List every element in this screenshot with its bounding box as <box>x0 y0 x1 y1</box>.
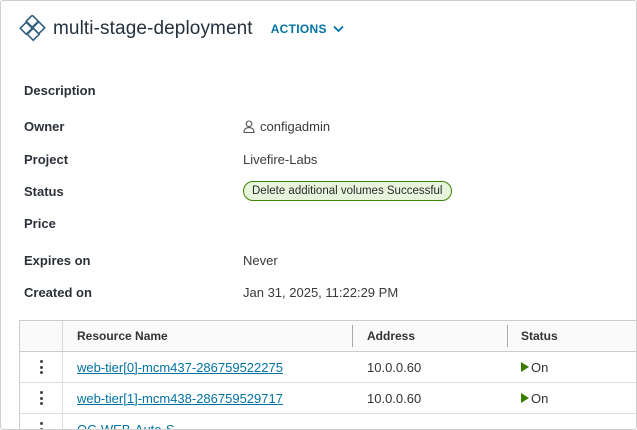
status-label: Status <box>24 183 64 199</box>
column-header-resource-name[interactable]: Resource Name <box>63 321 353 351</box>
page-title: multi-stage-deployment <box>53 18 253 39</box>
status-text: On <box>531 359 549 375</box>
row-actions-cell <box>20 414 63 429</box>
deployment-details-panel: multi-stage-deployment ACTIONS Descripti… <box>0 0 637 430</box>
status-row: Status Delete additional volumes Success… <box>24 181 636 201</box>
expires-on-row: Expires on Never <box>24 250 636 270</box>
price-row: Price <box>24 213 636 233</box>
resource-link[interactable]: web-tier[1]-mcm438-286759529717 <box>77 391 283 406</box>
power-on-icon <box>521 362 529 372</box>
deployment-diamonds-icon <box>19 15 46 42</box>
status-text: On <box>531 390 549 406</box>
kebab-menu-icon[interactable] <box>39 391 43 405</box>
created-on-label: Created on <box>24 284 92 300</box>
created-on-row: Created on Jan 31, 2025, 11:22:29 PM <box>24 282 636 302</box>
column-resize-handle[interactable] <box>507 325 508 347</box>
user-icon <box>243 119 255 133</box>
project-label: Project <box>24 151 69 167</box>
description-label: Description <box>24 82 96 98</box>
project-row: Project Livefire-Labs <box>24 149 636 169</box>
owner-label: Owner <box>24 118 65 134</box>
status-cell <box>508 414 636 429</box>
resource-link[interactable]: OC-WEB-Auto-S <box>77 422 175 430</box>
resource-link[interactable]: web-tier[0]-mcm437-286759522275 <box>77 360 283 375</box>
owner-name: configadmin <box>260 118 331 134</box>
deployment-header: multi-stage-deployment ACTIONS <box>19 15 344 43</box>
table-row: OC-WEB-Auto-S <box>20 414 636 430</box>
actions-column-header <box>20 321 63 351</box>
row-actions-cell <box>20 383 63 413</box>
status-cell: On <box>508 383 636 413</box>
table-header: Resource Name Address Status <box>20 321 636 352</box>
resource-name-cell: web-tier[0]-mcm437-286759522275 <box>63 352 353 382</box>
created-on-value: Jan 31, 2025, 11:22:29 PM <box>243 284 399 300</box>
resource-name-cell: OC-WEB-Auto-S <box>63 414 353 430</box>
kebab-menu-icon[interactable] <box>39 360 43 374</box>
status-cell: On <box>508 352 636 382</box>
actions-dropdown[interactable]: ACTIONS <box>271 22 344 36</box>
project-value: Livefire-Labs <box>243 151 318 167</box>
row-actions-cell <box>20 352 63 382</box>
chevron-down-icon <box>333 25 344 33</box>
expires-on-value: Never <box>243 252 278 268</box>
table-row: web-tier[0]-mcm437-286759522275 10.0.0.6… <box>20 352 636 383</box>
table-row: web-tier[1]-mcm438-286759529717 10.0.0.6… <box>20 383 636 414</box>
status-badge: Delete additional volumes Successful <box>243 181 452 201</box>
column-header-status[interactable]: Status <box>508 321 636 351</box>
kebab-menu-icon[interactable] <box>39 422 43 429</box>
address-cell: 10.0.0.60 <box>367 390 422 406</box>
actions-label: ACTIONS <box>270 22 327 36</box>
resource-name-cell: web-tier[1]-mcm438-286759529717 <box>63 383 353 413</box>
column-header-address[interactable]: Address <box>353 321 508 351</box>
address-cell <box>353 414 508 429</box>
power-on-icon <box>521 393 529 403</box>
status-value: Delete additional volumes Successful <box>243 181 452 201</box>
description-row: Description <box>24 80 636 100</box>
expires-on-label: Expires on <box>24 252 91 268</box>
owner-row: Owner configadmin <box>24 116 636 136</box>
address-cell: 10.0.0.60 <box>367 359 422 375</box>
owner-value: configadmin <box>243 119 330 134</box>
price-label: Price <box>24 215 56 231</box>
resources-table: Resource Name Address Status web-tier[0]… <box>19 320 636 430</box>
